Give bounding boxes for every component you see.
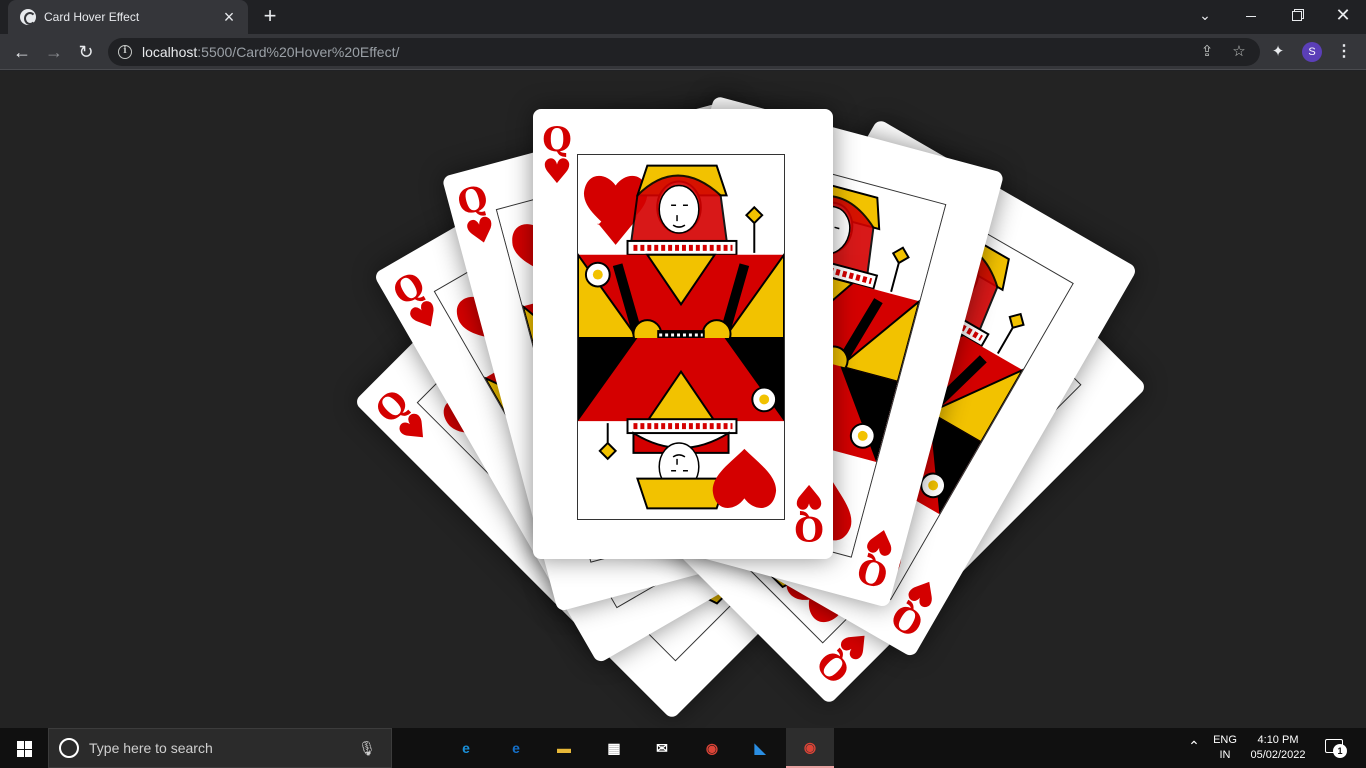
edge-icon: e [462,740,470,756]
chrome-profile-icon: ◉ [803,739,817,755]
clock-date: 05/02/2022 [1250,749,1306,761]
taskbar-app-chrome[interactable]: ◉ [688,728,736,768]
browser-titlebar: Card Hover Effect × + ⌄ ✕ [0,0,1366,34]
taskbar-app-task-view[interactable]: ▭ [392,728,440,768]
taskbar-app-chrome-profile[interactable]: ◉ [786,728,834,768]
back-button[interactable]: ← [8,38,36,66]
card-corner-bottom: Q ♥ [851,517,902,594]
chevron-up-icon[interactable]: ⌃ [1184,738,1204,755]
chevron-down-icon[interactable]: ⌄ [1182,0,1228,32]
share-icon[interactable]: ⇪ [1198,43,1216,61]
taskbar-app-file-explorer[interactable]: ▬ [540,728,588,768]
lang-line2: IN [1219,749,1231,761]
more-menu-icon[interactable]: ⋮ [1334,42,1354,62]
cortana-icon [59,738,79,758]
restore-button[interactable] [1274,0,1320,32]
task-view-icon: ▭ [409,740,423,756]
clock-time: 4:10 PM [1257,734,1299,746]
windows-icon [17,741,33,757]
globe-icon [20,9,36,25]
input-language[interactable]: ENG IN [1208,733,1242,763]
card-corner-top: Q ♥ [539,123,575,192]
taskbar-app-mail[interactable]: ✉ [638,728,686,768]
lang-line1: ENG [1213,734,1237,746]
reload-button[interactable]: ↻ [72,38,100,66]
taskbar-app-store[interactable]: ▦ [590,728,638,768]
card-corner-bottom: Q ♥ [791,476,827,548]
search-placeholder: Type here to search [89,740,213,756]
notification-button[interactable]: 1 [1318,736,1354,760]
store-icon: ▦ [607,740,621,756]
star-icon[interactable]: ☆ [1230,43,1248,61]
heart-icon: ♥ [541,152,573,192]
page-content: Q ♥ Q ♥ Q ♥ Q ♥ Q ♥ Q ♥ Q ♥ Q ♥ [0,71,1366,728]
new-tab-button[interactable]: + [258,5,282,29]
heart-icon: ♥ [861,517,901,565]
taskbar-app-edge[interactable]: e [442,728,490,768]
chrome-icon: ◉ [705,740,719,756]
mail-icon: ✉ [656,740,668,756]
file-explorer-icon: ▬ [557,740,571,756]
clock[interactable]: 4:10 PM 05/02/2022 [1244,733,1312,763]
taskbar-search[interactable]: Type here to search 🎙 [48,728,392,768]
notification-count: 1 [1333,744,1347,758]
browser-toolbar: ← → ↻ i localhost:5500/Card%20Hover%20Ef… [0,34,1366,70]
taskbar: Type here to search 🎙 ▭ e e ▬ ▦ ✉ ◉ ◣ ◉ ⌃ ENG IN… [0,728,1366,768]
taskbar-app-vscode[interactable]: ◣ [736,728,784,768]
queen-of-hearts-illustration [577,154,785,520]
window-close-button[interactable]: ✕ [1320,0,1366,32]
microphone-icon[interactable]: 🎙 [357,740,377,757]
tab-title: Card Hover Effect [44,10,140,24]
address-bar[interactable]: i localhost:5500/Card%20Hover%20Effect/ … [108,38,1260,66]
close-icon[interactable]: × [220,8,238,26]
minimize-button[interactable] [1228,0,1274,32]
card-rank: Q [794,508,824,548]
info-icon[interactable]: i [118,45,132,59]
forward-button[interactable]: → [40,38,68,66]
heart-icon: ♥ [461,208,502,256]
avatar[interactable]: S [1302,42,1322,62]
vscode-icon: ◣ [754,740,766,756]
url-path: :5500/Card%20Hover%20Effect/ [197,44,400,60]
card-corner-top: Q ♥ [451,178,502,256]
playing-card[interactable]: Q ♥ Q ♥ [533,109,833,559]
extensions-icon[interactable]: ✦ [1268,42,1288,62]
url-host: localhost [142,44,198,60]
start-button[interactable] [0,728,48,768]
ie-icon: e [512,740,520,756]
browser-tab[interactable]: Card Hover Effect × [8,0,248,34]
taskbar-app-ie[interactable]: e [492,728,540,768]
heart-icon: ♥ [793,476,825,516]
